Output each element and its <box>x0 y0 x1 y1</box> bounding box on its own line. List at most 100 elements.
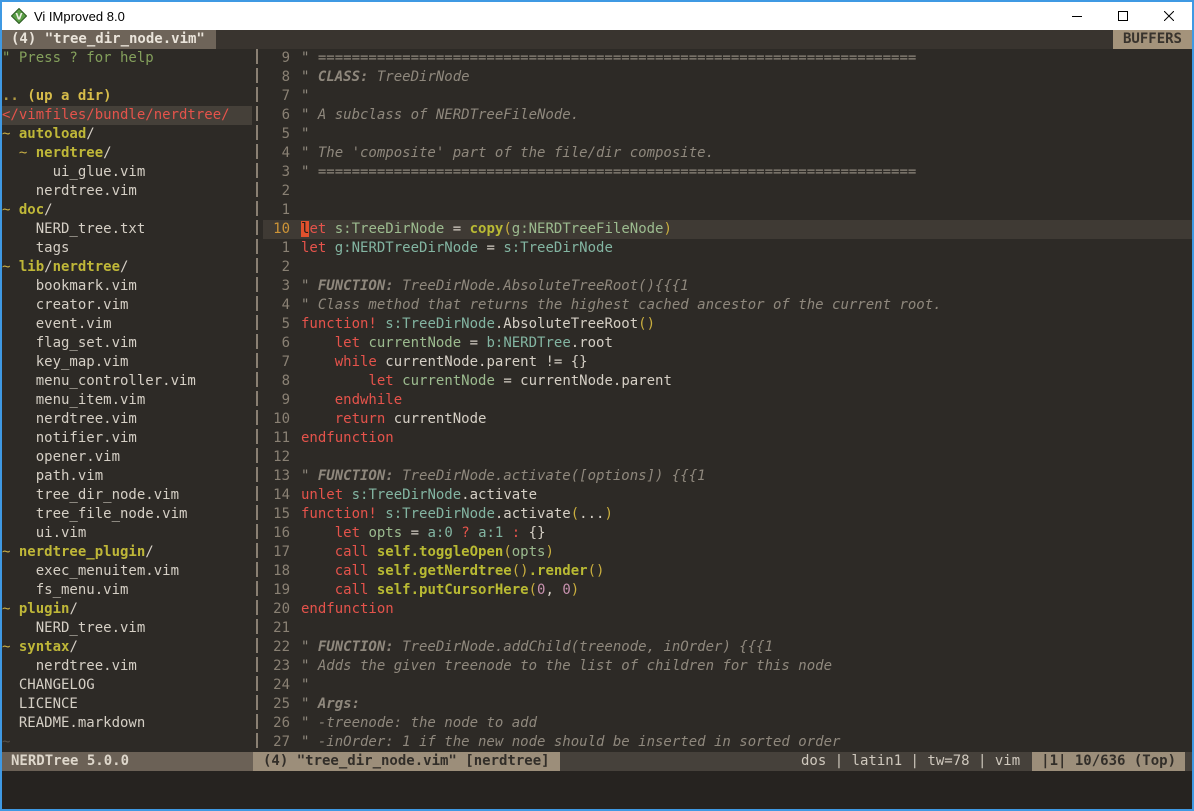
tree-item[interactable]: opener.vim <box>2 448 252 467</box>
code-line[interactable]: 8 let currentNode = currentNode.parent <box>263 372 1192 391</box>
tree-item[interactable]: nerdtree.vim <box>2 657 252 676</box>
window-separator[interactable] <box>252 49 263 752</box>
tree-item[interactable]: </vimfiles/bundle/nerdtree/ <box>2 106 252 125</box>
tree-item[interactable]: nerdtree.vim <box>2 182 252 201</box>
code-line[interactable]: 21 <box>263 619 1192 638</box>
tree-item[interactable]: NERD_tree.vim <box>2 619 252 638</box>
tree-item-text: flag_set.vim <box>2 334 137 353</box>
code-line[interactable]: 19 call self.putCursorHere(0, 0) <box>263 581 1192 600</box>
code-line[interactable]: 23" Adds the given treenode to the list … <box>263 657 1192 676</box>
code-line[interactable]: 27" -inOrder: 1 if the new node should b… <box>263 733 1192 752</box>
code-line[interactable]: 5" <box>263 125 1192 144</box>
code-line[interactable]: 18 call self.getNerdtree().render() <box>263 562 1192 581</box>
tree-item-text: NERD_tree.vim <box>2 619 145 638</box>
code-line[interactable]: 25" Args: <box>263 695 1192 714</box>
tree-item-text: nerdtree.vim <box>2 182 137 201</box>
tree-item[interactable]: ui.vim <box>2 524 252 543</box>
code-line[interactable]: 7" <box>263 87 1192 106</box>
code-line[interactable]: 1let g:NERDTreeDirNode = s:TreeDirNode <box>263 239 1192 258</box>
code-text: " FUNCTION: TreeDirNode.activate([option… <box>301 467 706 486</box>
code-text: let g:NERDTreeDirNode = s:TreeDirNode <box>301 239 613 258</box>
line-number: 4 <box>263 296 290 315</box>
code-line[interactable]: 10let s:TreeDirNode = copy(g:NERDTreeFil… <box>263 220 1192 239</box>
tree-item[interactable]: ~ nerdtree/ <box>2 144 252 163</box>
tree-item[interactable]: flag_set.vim <box>2 334 252 353</box>
code-line[interactable]: 26" -treenode: the node to add <box>263 714 1192 733</box>
command-line[interactable] <box>2 771 1192 809</box>
code-line[interactable]: 3 " FUNCTION: TreeDirNode.AbsoluteTreeRoo… <box>263 277 1192 296</box>
tree-item[interactable]: creator.vim <box>2 296 252 315</box>
line-number: 3 <box>263 277 290 296</box>
tree-item[interactable]: menu_item.vim <box>2 391 252 410</box>
minimize-button[interactable] <box>1054 2 1100 30</box>
code-line[interactable]: 14unlet s:TreeDirNode.activate <box>263 486 1192 505</box>
tree-item[interactable]: ~ plugin/ <box>2 600 252 619</box>
tree-item[interactable]: ui_glue.vim <box>2 163 252 182</box>
tree-item[interactable]: key_map.vim <box>2 353 252 372</box>
code-line[interactable]: 1 <box>263 201 1192 220</box>
code-text: " FUNCTION: TreeDirNode.AbsoluteTreeRoot… <box>301 277 689 296</box>
code-text: " FUNCTION: TreeDirNode.addChild(treenod… <box>301 638 773 657</box>
tree-item[interactable]: README.markdown <box>2 714 252 733</box>
tree-item[interactable]: .. (up a dir) <box>2 87 252 106</box>
code-line[interactable]: 2 <box>263 182 1192 201</box>
code-line[interactable]: 6 let currentNode = b:NERDTree.root <box>263 334 1192 353</box>
code-line[interactable]: 13" FUNCTION: TreeDirNode.activate([opti… <box>263 467 1192 486</box>
code-line[interactable]: 9" =====================================… <box>263 49 1192 68</box>
tree-item-text: LICENCE <box>2 695 78 714</box>
tree-item[interactable]: ~ lib/nerdtree/ <box>2 258 252 277</box>
code-line[interactable]: 2 <box>263 258 1192 277</box>
code-line[interactable]: 5function! s:TreeDirNode.AbsoluteTreeRoo… <box>263 315 1192 334</box>
code-line[interactable]: 7 while currentNode.parent != {} <box>263 353 1192 372</box>
tree-item[interactable]: ~ autoload/ <box>2 125 252 144</box>
code-line[interactable]: 24" <box>263 676 1192 695</box>
tree-item[interactable]: tree_file_node.vim <box>2 505 252 524</box>
tree-item-text: event.vim <box>2 315 112 334</box>
code-line[interactable]: 6" A subclass of NERDTreeFileNode. <box>263 106 1192 125</box>
code-line[interactable]: 9 endwhile <box>263 391 1192 410</box>
code-line[interactable]: 20endfunction <box>263 600 1192 619</box>
code-line[interactable]: 3" =====================================… <box>263 163 1192 182</box>
code-line[interactable]: 17 call self.toggleOpen(opts) <box>263 543 1192 562</box>
code-line[interactable]: 11endfunction <box>263 429 1192 448</box>
tree-item[interactable]: LICENCE <box>2 695 252 714</box>
tree-item[interactable]: ~ syntax/ <box>2 638 252 657</box>
code-line[interactable]: 15function! s:TreeDirNode.activate(...) <box>263 505 1192 524</box>
tree-item-text: notifier.vim <box>2 429 137 448</box>
tree-item[interactable]: CHANGELOG <box>2 676 252 695</box>
tree-item[interactable]: fs_menu.vim <box>2 581 252 600</box>
code-line[interactable]: 10 return currentNode <box>263 410 1192 429</box>
code-text: " A subclass of NERDTreeFileNode. <box>301 106 579 125</box>
tree-item[interactable]: ~ nerdtree_plugin/ <box>2 543 252 562</box>
tree-item[interactable]: path.vim <box>2 467 252 486</box>
tree-item[interactable]: NERD_tree.txt <box>2 220 252 239</box>
tree-item[interactable]: exec_menuitem.vim <box>2 562 252 581</box>
tree-item[interactable]: bookmark.vim <box>2 277 252 296</box>
vim-app-icon: V <box>11 8 27 24</box>
tree-item[interactable]: menu_controller.vim <box>2 372 252 391</box>
tree-item[interactable]: notifier.vim <box>2 429 252 448</box>
tree-item[interactable]: ~ <box>2 733 252 752</box>
code-text: " <box>301 87 309 106</box>
code-line[interactable]: 4" Class method that returns the highest… <box>263 296 1192 315</box>
statusline-nerdtree: NERDTree 5.0.0 <box>2 752 253 771</box>
line-number: 1 <box>263 201 290 220</box>
tree-item[interactable]: event.vim <box>2 315 252 334</box>
tab-active[interactable]: (4) "tree_dir_node.vim" <box>2 30 216 49</box>
code-line[interactable]: 16 let opts = a:0 ? a:1 : {} <box>263 524 1192 543</box>
tree-item-text: path.vim <box>2 467 103 486</box>
tree-item[interactable]: tags <box>2 239 252 258</box>
tree-item[interactable]: tree_dir_node.vim <box>2 486 252 505</box>
tree-item[interactable]: " Press ? for help <box>2 49 252 68</box>
code-line[interactable]: 12 <box>263 448 1192 467</box>
code-line[interactable]: 8" CLASS: TreeDirNode <box>263 68 1192 87</box>
code-text: " -inOrder: 1 if the new node should be … <box>301 733 840 752</box>
tree-item[interactable] <box>2 68 252 87</box>
code-line[interactable]: 4" The 'composite' part of the file/dir … <box>263 144 1192 163</box>
code-line[interactable]: 22" FUNCTION: TreeDirNode.addChild(treen… <box>263 638 1192 657</box>
line-number: 9 <box>263 49 290 68</box>
maximize-button[interactable] <box>1100 2 1146 30</box>
tree-item[interactable]: nerdtree.vim <box>2 410 252 429</box>
tree-item[interactable]: ~ doc/ <box>2 201 252 220</box>
close-button[interactable] <box>1146 2 1192 30</box>
